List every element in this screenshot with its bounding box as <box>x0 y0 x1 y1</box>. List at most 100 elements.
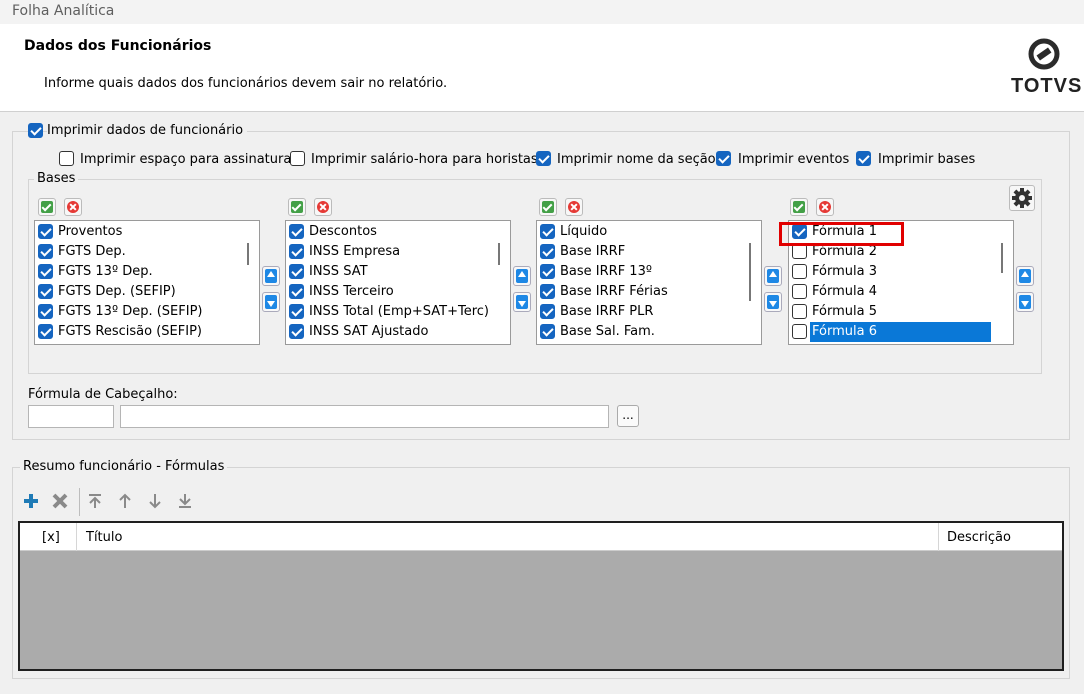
list-item-checkbox[interactable] <box>289 324 304 339</box>
list2-move-up-button[interactable] <box>513 266 531 286</box>
list-item-label: Fórmula 2 <box>812 244 877 259</box>
list-item-checkbox[interactable] <box>540 244 555 259</box>
arrow-up-icon <box>516 269 528 283</box>
list-item-selected[interactable]: Fórmula 6 <box>789 322 1013 342</box>
list1-uncheck-all-button[interactable] <box>64 198 82 216</box>
list-item-checkbox[interactable] <box>289 304 304 319</box>
list3-move-up-button[interactable] <box>764 266 782 286</box>
list4-check-all-button[interactable] <box>790 198 808 216</box>
list-item[interactable]: FGTS Dep. (SEFIP) <box>35 282 259 302</box>
list-item[interactable]: INSS Terceiro <box>286 282 510 302</box>
arrow-down-icon <box>265 295 277 309</box>
list-item[interactable]: FGTS Dep. <box>35 242 259 262</box>
list-item-checkbox[interactable] <box>38 244 53 259</box>
move-up-icon[interactable] <box>117 492 133 510</box>
list-item-checkbox[interactable] <box>792 264 807 279</box>
list-item-label: FGTS Dep. (SEFIP) <box>58 284 176 299</box>
add-icon[interactable] <box>23 492 39 510</box>
settings-button[interactable] <box>1009 185 1035 211</box>
list-scrollbar[interactable] <box>1001 243 1003 273</box>
print-signature-space-checkbox[interactable] <box>59 151 74 166</box>
list-item-checkbox[interactable] <box>289 244 304 259</box>
list1-check-all-button[interactable] <box>38 198 56 216</box>
bases-list-1[interactable]: Proventos FGTS Dep. FGTS 13º Dep. FGTS D… <box>34 220 260 345</box>
list-item-checkbox[interactable] <box>792 304 807 319</box>
list-item[interactable]: Base IRRF 13º <box>537 262 761 282</box>
list1-move-down-button[interactable] <box>262 292 280 312</box>
header-formula-code-input[interactable] <box>28 405 114 428</box>
list-item-checkbox[interactable] <box>540 304 555 319</box>
list4-move-up-button[interactable] <box>1016 266 1034 286</box>
list-item[interactable]: FGTS Rescisão (SEFIP) <box>35 322 259 342</box>
list1-move-up-button[interactable] <box>262 266 280 286</box>
header-formula-description-input[interactable] <box>120 405 609 428</box>
delete-icon[interactable] <box>52 492 68 510</box>
list-item-checkbox[interactable] <box>540 224 555 239</box>
list-item[interactable]: Fórmula 5 <box>789 302 1013 322</box>
list-item-checkbox[interactable] <box>289 224 304 239</box>
list-item-checkbox[interactable] <box>38 224 53 239</box>
bases-list-3[interactable]: Líquido Base IRRF Base IRRF 13º Base IRR… <box>536 220 762 345</box>
title-bar: Folha Analítica <box>0 0 1084 24</box>
list3-check-all-button[interactable] <box>539 198 557 216</box>
move-top-icon[interactable] <box>87 492 103 510</box>
list-item[interactable]: INSS SAT Ajustado <box>286 322 510 342</box>
list-item[interactable]: INSS Empresa <box>286 242 510 262</box>
wizard-header: Dados dos Funcionários Informe quais dad… <box>0 24 1084 112</box>
list-item[interactable]: Fórmula 3 <box>789 262 1013 282</box>
list2-check-all-button[interactable] <box>288 198 306 216</box>
list-scrollbar[interactable] <box>498 243 500 265</box>
list-item-checkbox[interactable] <box>38 284 53 299</box>
move-down-icon[interactable] <box>147 492 163 510</box>
list-item[interactable]: Descontos <box>286 222 510 242</box>
list-item-checkbox[interactable] <box>540 264 555 279</box>
list-item[interactable]: Proventos <box>35 222 259 242</box>
formulas-grid[interactable]: [x] Título Descrição <box>18 521 1064 671</box>
list-item-checkbox[interactable] <box>38 264 53 279</box>
list-item[interactable]: Base IRRF <box>537 242 761 262</box>
list-item-checkbox[interactable] <box>38 324 53 339</box>
list-item[interactable]: Base Sal. Fam. <box>537 322 761 342</box>
list3-move-down-button[interactable] <box>764 292 782 312</box>
list-item-checkbox[interactable] <box>289 264 304 279</box>
list-item[interactable]: Base IRRF PLR <box>537 302 761 322</box>
list-item-checkbox[interactable] <box>540 324 555 339</box>
list-item-label: FGTS 13º Dep. <box>58 264 153 279</box>
list-item-label: FGTS Rescisão (SEFIP) <box>58 324 202 339</box>
grid-col-divider <box>76 523 77 551</box>
list-item-checkbox[interactable] <box>38 304 53 319</box>
list2-uncheck-all-button[interactable] <box>314 198 332 216</box>
print-events-checkbox[interactable] <box>716 151 731 166</box>
list-scrollbar[interactable] <box>247 243 249 265</box>
print-section-name-checkbox[interactable] <box>536 151 551 166</box>
list-item-checkbox[interactable] <box>792 324 807 339</box>
print-bases-checkbox[interactable] <box>856 151 871 166</box>
list-item[interactable]: Fórmula 4 <box>789 282 1013 302</box>
list-item[interactable]: FGTS 13º Dep. <box>35 262 259 282</box>
header-formula-browse-button[interactable]: ... <box>617 405 639 427</box>
move-bottom-icon[interactable] <box>177 492 193 510</box>
list-item-checkbox[interactable] <box>792 244 807 259</box>
list-item-checkbox[interactable] <box>540 284 555 299</box>
grid-col-select[interactable]: [x] <box>42 530 60 545</box>
list-item[interactable]: INSS Total (Emp+SAT+Terc) <box>286 302 510 322</box>
bases-list-2[interactable]: Descontos INSS Empresa INSS SAT INSS Ter… <box>285 220 511 345</box>
list3-uncheck-all-button[interactable] <box>565 198 583 216</box>
print-employee-data-checkbox[interactable] <box>28 123 43 138</box>
list-scrollbar[interactable] <box>749 243 751 301</box>
list2-move-down-button[interactable] <box>513 292 531 312</box>
list4-move-down-button[interactable] <box>1016 292 1034 312</box>
list-item[interactable]: Líquido <box>537 222 761 242</box>
list-item-checkbox[interactable] <box>289 284 304 299</box>
list-item-checkbox[interactable] <box>792 284 807 299</box>
list-item-label: INSS SAT Ajustado <box>309 324 429 339</box>
list-item[interactable]: Base IRRF Férias <box>537 282 761 302</box>
grid-col-description[interactable]: Descrição <box>947 530 1011 545</box>
list-item[interactable]: INSS SAT <box>286 262 510 282</box>
arrow-up-icon <box>1019 269 1031 283</box>
list-item[interactable]: FGTS 13º Dep. (SEFIP) <box>35 302 259 322</box>
arrow-down-icon <box>767 295 779 309</box>
grid-col-title[interactable]: Título <box>86 530 122 545</box>
list4-uncheck-all-button[interactable] <box>816 198 834 216</box>
print-hourly-wage-checkbox[interactable] <box>290 151 305 166</box>
